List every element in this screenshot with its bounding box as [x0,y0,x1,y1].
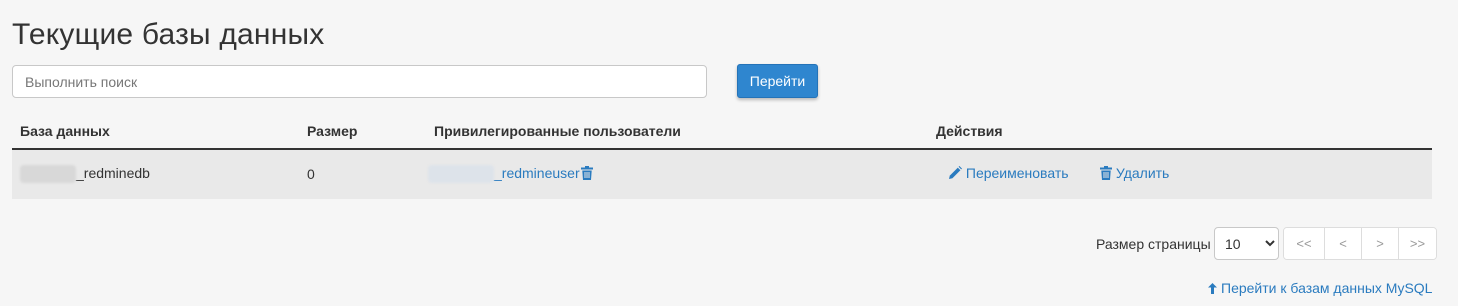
page-size-select[interactable]: 10 [1214,227,1279,260]
rename-action[interactable]: Переименовать [948,165,1069,183]
first-page-button[interactable]: << [1284,228,1324,259]
next-page-button[interactable]: > [1361,228,1398,259]
privileged-user-link[interactable]: _redmineuser [494,165,580,181]
delete-link[interactable]: Удалить [1116,165,1169,181]
header-actions: Действия [936,123,1003,139]
arrow-up-icon [1208,281,1217,297]
header-database: База данных [20,123,110,139]
size-cell: 0 [307,166,315,182]
go-button[interactable]: Перейти [737,64,818,98]
pagination: << < > >> [1283,227,1437,260]
trash-icon [1100,165,1112,183]
rename-link[interactable]: Переименовать [966,165,1069,181]
header-size: Размер [307,123,358,139]
table-header: База данных Размер Привилегированные пол… [12,112,1432,150]
pencil-icon [948,165,962,183]
mysql-link-text[interactable]: Перейти к базам данных MySQL [1221,280,1432,296]
delete-action[interactable]: Удалить [1100,165,1169,183]
user-cell: _redmineuser [428,165,593,184]
redacted-prefix [428,165,494,184]
table-row: _redminedb 0 _redmineuser Переименовать … [12,150,1432,199]
mysql-databases-link[interactable]: Перейти к базам данных MySQL [1208,280,1432,297]
header-privileged-users: Привилегированные пользователи [434,123,681,139]
search-input[interactable] [12,65,707,98]
trash-icon[interactable] [580,165,593,183]
page-size-label: Размер страницы [1096,236,1211,252]
database-cell: _redminedb [20,165,150,184]
page-title: Текущие базы данных [12,18,325,51]
database-name: _redminedb [76,165,150,181]
prev-page-button[interactable]: < [1324,228,1361,259]
redacted-prefix [20,165,76,184]
databases-table: База данных Размер Привилегированные пол… [12,112,1432,199]
last-page-button[interactable]: >> [1398,228,1436,259]
